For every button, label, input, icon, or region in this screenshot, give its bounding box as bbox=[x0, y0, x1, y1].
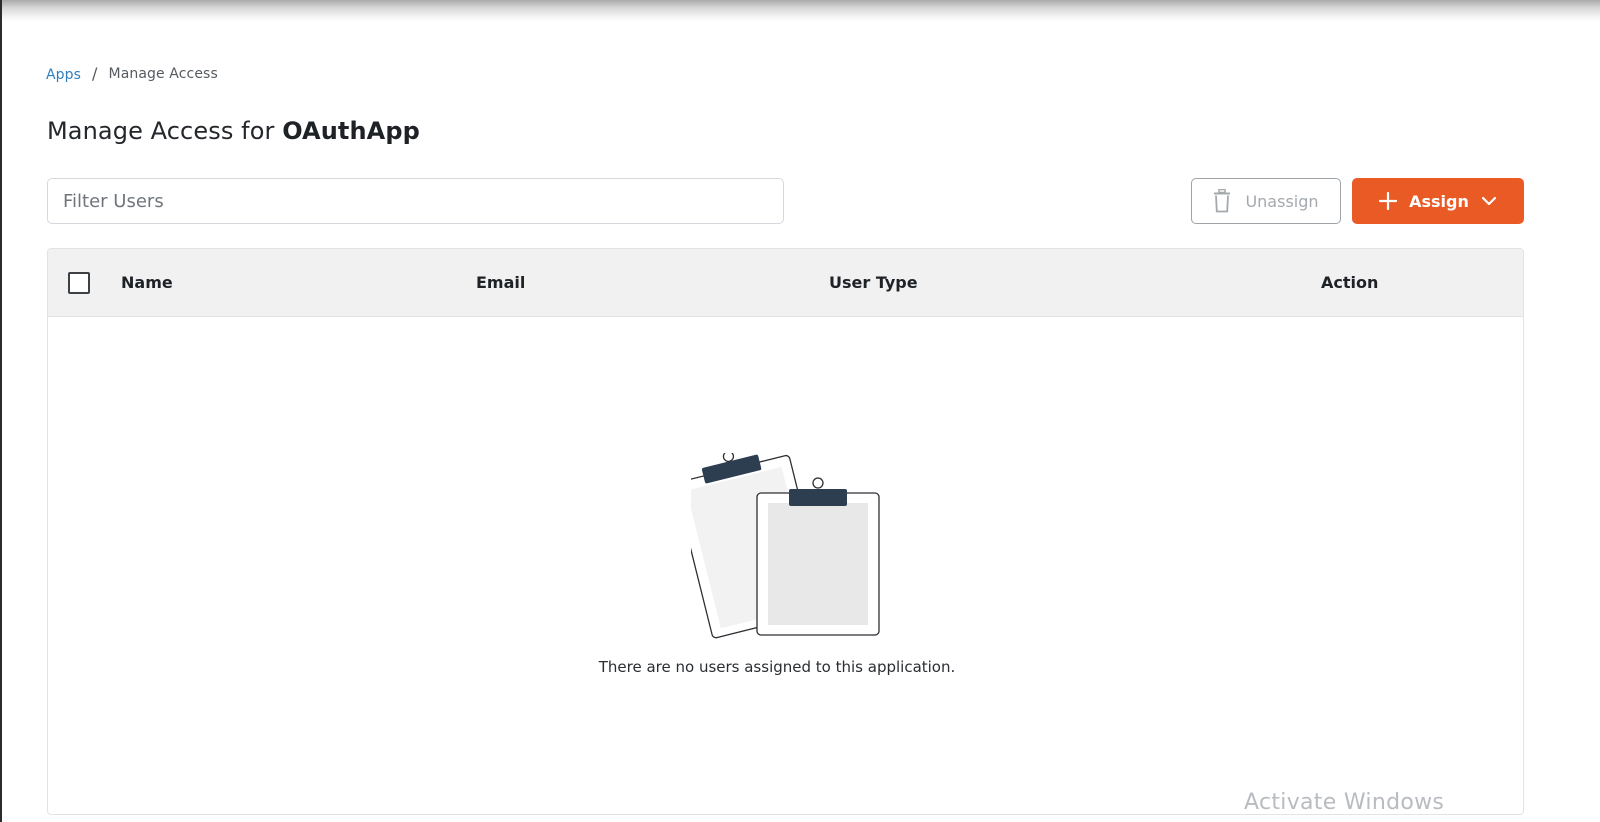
breadcrumb-current: Manage Access bbox=[108, 65, 218, 82]
empty-state-message: There are no users assigned to this appl… bbox=[598, 658, 956, 676]
plus-icon bbox=[1379, 192, 1398, 210]
page-title: Manage Access for OAuthApp bbox=[47, 117, 420, 145]
assign-button[interactable]: Assign bbox=[1352, 178, 1524, 224]
chevron-down-icon[interactable] bbox=[1481, 196, 1497, 206]
breadcrumb: Apps / Manage Access bbox=[46, 64, 218, 83]
column-header-user-type[interactable]: User Type bbox=[829, 249, 918, 317]
breadcrumb-apps-link[interactable]: Apps bbox=[46, 67, 81, 83]
empty-state: There are no users assigned to this appl… bbox=[48, 317, 1523, 814]
page-title-app-name: OAuthApp bbox=[282, 117, 420, 145]
trash-icon bbox=[1213, 189, 1231, 213]
filter-users-input[interactable] bbox=[47, 178, 784, 224]
column-header-email[interactable]: Email bbox=[476, 249, 525, 317]
unassign-button-label: Unassign bbox=[1245, 191, 1319, 211]
select-all-checkbox[interactable] bbox=[68, 272, 90, 294]
page: Apps / Manage Access Manage Access for O… bbox=[0, 0, 1600, 822]
column-header-name[interactable]: Name bbox=[121, 249, 173, 317]
clipboards-icon bbox=[674, 450, 887, 643]
column-header-action: Action bbox=[1321, 273, 1379, 292]
window-top-shadow bbox=[2, 0, 1600, 22]
os-activation-watermark: Activate Windows bbox=[1244, 790, 1445, 815]
breadcrumb-separator: / bbox=[92, 64, 98, 83]
users-table: Name Email User Type Action There are no… bbox=[47, 248, 1524, 815]
assign-button-label: Assign bbox=[1409, 191, 1469, 211]
page-title-prefix: Manage Access for bbox=[47, 117, 275, 145]
unassign-button[interactable]: Unassign bbox=[1191, 178, 1341, 224]
table-header: Name Email User Type Action bbox=[48, 249, 1523, 317]
